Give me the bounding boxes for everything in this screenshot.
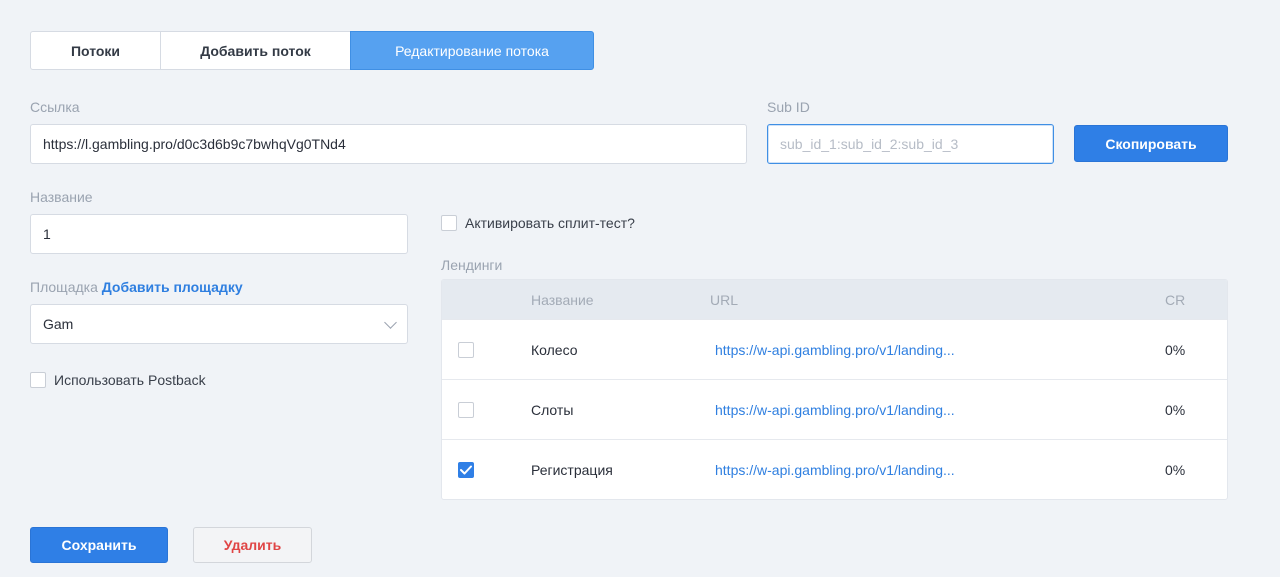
landings-label: Лендинги — [441, 257, 503, 273]
landing-name: Регистрация — [531, 461, 613, 478]
platform-label: Площадка — [30, 279, 98, 295]
split-test-checkbox[interactable] — [441, 215, 457, 231]
landing-url-link[interactable]: https://w-api.gambling.pro/v1/landing... — [715, 462, 955, 478]
table-row: Регистрация https://w-api.gambling.pro/v… — [442, 439, 1227, 499]
add-platform-link[interactable]: Добавить площадку — [102, 279, 243, 295]
column-cr-header: CR — [1165, 291, 1186, 308]
table-row: Колесо https://w-api.gambling.pro/v1/lan… — [442, 319, 1227, 379]
platform-selected-value: Gam — [43, 316, 74, 332]
landings-table: Название URL CR Колесо https://w-api.gam… — [441, 279, 1228, 500]
column-url-header: URL — [710, 291, 739, 308]
chevron-down-icon — [384, 315, 397, 329]
link-field[interactable] — [30, 124, 747, 164]
landing-url-link[interactable]: https://w-api.gambling.pro/v1/landing... — [715, 402, 955, 418]
row-checkbox[interactable] — [458, 341, 474, 358]
delete-button[interactable]: Удалить — [193, 527, 312, 563]
row-checkbox[interactable] — [458, 401, 474, 418]
check-icon — [460, 465, 472, 474]
name-input[interactable] — [43, 226, 395, 242]
landing-cr: 0% — [1165, 401, 1186, 418]
table-header: Название URL CR — [442, 280, 1227, 319]
landing-name: Колесо — [531, 341, 578, 358]
postback-option[interactable]: Использовать Postback — [30, 372, 206, 388]
landing-name: Слоты — [531, 401, 574, 418]
link-label: Ссылка — [30, 99, 80, 115]
save-button[interactable]: Сохранить — [30, 527, 168, 563]
landing-cr: 0% — [1165, 341, 1186, 358]
subid-field[interactable] — [767, 124, 1054, 164]
landing-cr: 0% — [1165, 461, 1186, 478]
platform-select[interactable]: Gam — [30, 304, 408, 344]
tab-streams[interactable]: Потоки — [30, 31, 161, 70]
landing-url-link[interactable]: https://w-api.gambling.pro/v1/landing... — [715, 342, 955, 358]
name-label: Название — [30, 189, 93, 205]
postback-label: Использовать Postback — [54, 372, 206, 388]
column-name-header: Название — [531, 291, 594, 308]
tab-add-stream[interactable]: Добавить поток — [160, 31, 351, 70]
split-test-option[interactable]: Активировать сплит-тест? — [441, 215, 635, 231]
subid-label: Sub ID — [767, 99, 810, 115]
tab-edit-stream[interactable]: Редактирование потока — [350, 31, 594, 70]
subid-input[interactable] — [780, 136, 1041, 152]
name-field[interactable] — [30, 214, 408, 254]
row-checkbox-checked[interactable] — [458, 461, 474, 478]
postback-checkbox[interactable] — [30, 372, 46, 388]
split-test-label: Активировать сплит-тест? — [465, 215, 635, 231]
stream-tabs: Потоки Добавить поток Редактирование пот… — [30, 31, 594, 70]
platform-label-row: Площадка Добавить площадку — [30, 279, 243, 295]
link-input[interactable] — [43, 136, 734, 152]
copy-button[interactable]: Скопировать — [1074, 125, 1228, 162]
table-row: Слоты https://w-api.gambling.pro/v1/land… — [442, 379, 1227, 439]
